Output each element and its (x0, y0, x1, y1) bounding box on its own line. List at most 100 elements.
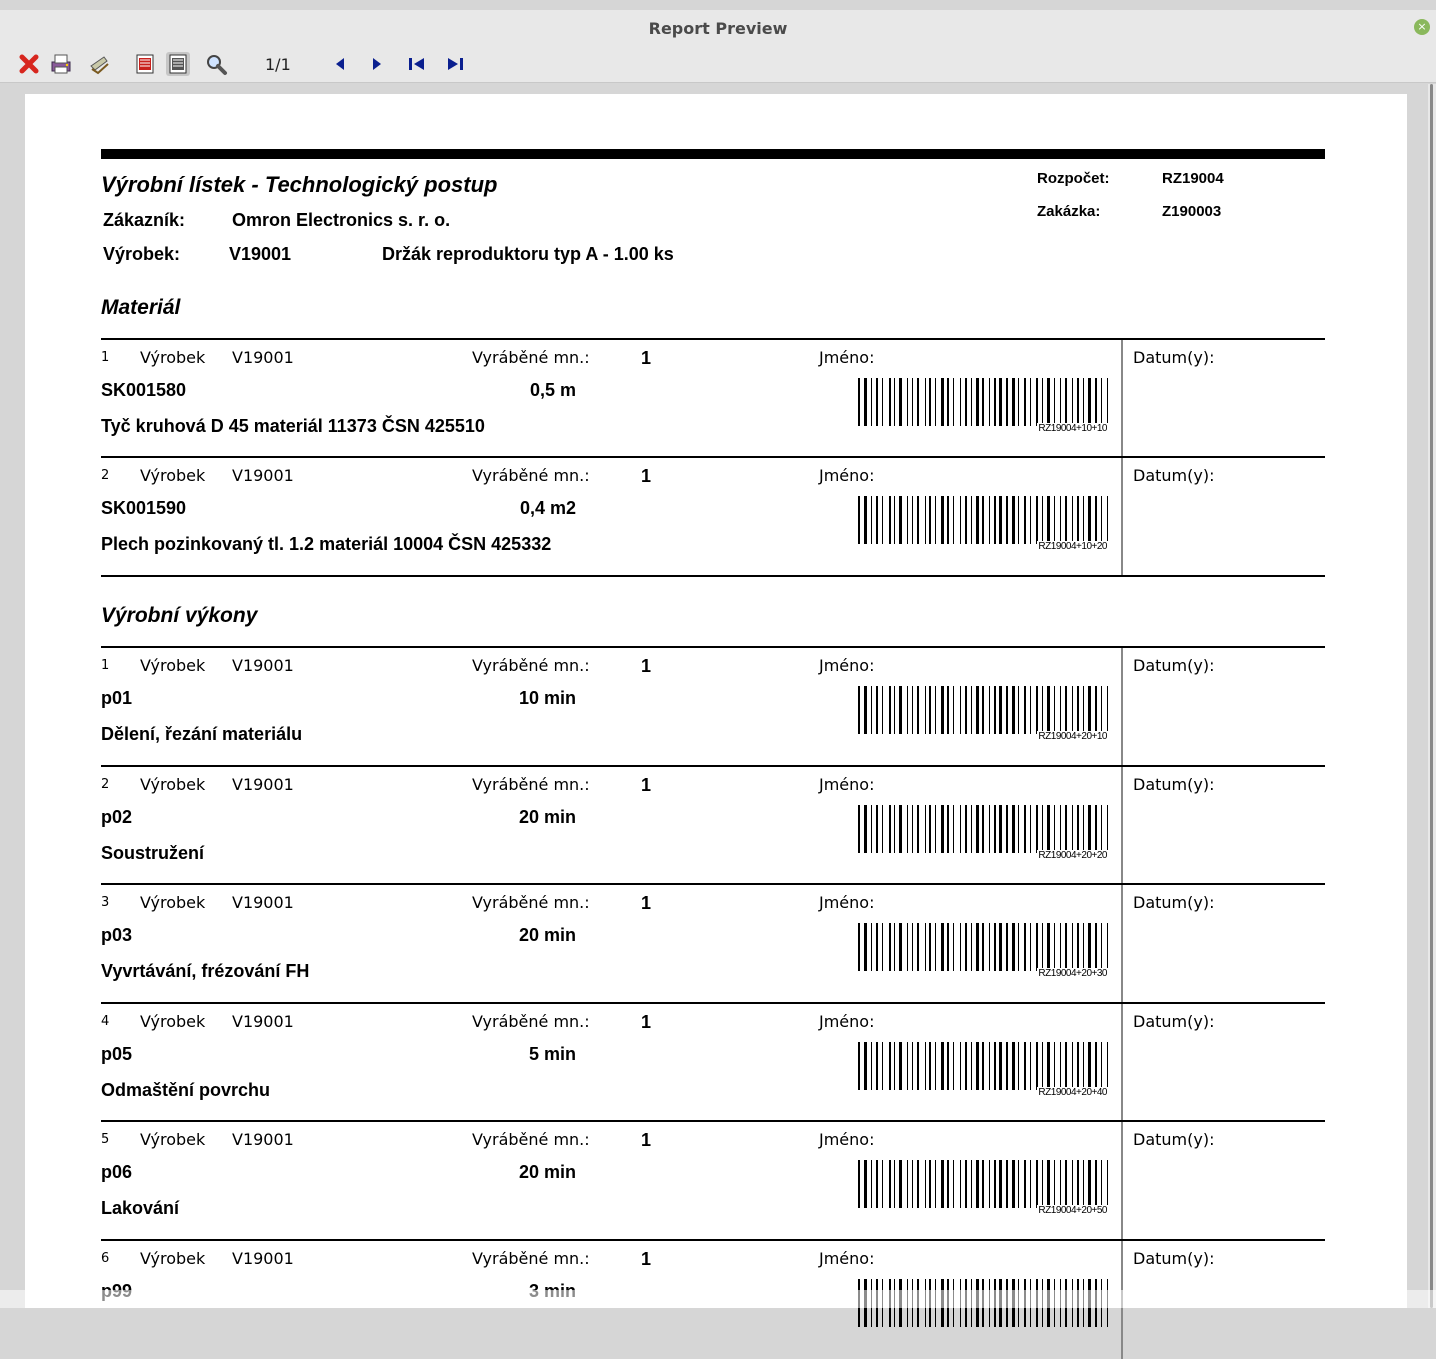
row-product-code: V19001 (232, 1249, 294, 1268)
customer-label: Zákazník: (103, 210, 186, 230)
window-title: Report Preview (648, 19, 788, 38)
window-titlebar: Report Preview × (0, 10, 1436, 46)
row-dates-label: Datum(y): (1133, 1011, 1215, 1031)
barcode-label: RZ19004+20+20 (1037, 849, 1108, 861)
row-description: Vyvrtávání, frézování FH (101, 961, 310, 982)
row-index: 5 (101, 1132, 110, 1148)
barcode-label: RZ19004+20+50 (1037, 1205, 1108, 1217)
row-product-code: V19001 (232, 348, 294, 367)
order-label: Zakázka: (1037, 203, 1101, 220)
vertical-scrollbar[interactable] (1428, 84, 1436, 1308)
row-product-code: V19001 (232, 1130, 294, 1150)
row-description: Lakování (101, 1198, 180, 1219)
row-product-code: V19001 (232, 893, 294, 913)
row-code: SK001580 (101, 380, 187, 400)
row-column-divider (1121, 766, 1123, 885)
row-code: p05 (101, 1043, 133, 1064)
row-product-word: Výrobek (140, 656, 206, 675)
row-name-label: Jméno: (819, 1011, 875, 1031)
order-value: Z190003 (1162, 203, 1222, 220)
barcode: RZ19004+20+30 (858, 923, 1110, 983)
row-produced-qty-label: Vyráběné mn.: (472, 348, 590, 367)
row-product-code: V19001 (232, 1011, 294, 1031)
barcode-label: RZ19004+10+10 (1037, 423, 1108, 434)
budget-value: RZ19004 (1162, 170, 1224, 187)
row-produced-qty: 1 (641, 1011, 652, 1032)
material-heading: Materiál (101, 296, 181, 319)
row-column-divider (1121, 340, 1123, 458)
export-icon[interactable] (88, 52, 112, 76)
next-page-icon[interactable] (364, 52, 388, 76)
row-code: SK001590 (101, 498, 187, 518)
barcode: RZ19004+20+40 (858, 1041, 1110, 1102)
last-page-icon[interactable] (443, 52, 467, 76)
barcode-label: RZ19004+20+40 (1037, 1086, 1108, 1098)
row-index: 6 (101, 1251, 110, 1266)
close-report-icon[interactable] (17, 52, 41, 76)
row-index: 1 (101, 350, 110, 365)
header-rule (101, 149, 1325, 159)
row-dates-label: Datum(y): (1133, 774, 1215, 794)
row-amount: 5 min (528, 1043, 576, 1064)
report-row: 1 Výrobek V19001 Vyráběné mn.: 1 Jméno: Datum(… (101, 646, 1325, 766)
scrollbar-thumb[interactable] (1430, 84, 1433, 1308)
row-amount: 20 min (518, 806, 576, 827)
prev-page-icon[interactable] (329, 52, 353, 76)
multi-page-icon[interactable] (166, 52, 190, 76)
operations-heading: Výrobní výkony (101, 604, 258, 627)
barcode-label: RZ19004+10+20 (1037, 541, 1108, 552)
row-description: Dělení, řezání materiálu (101, 724, 303, 744)
row-name-label: Jméno: (819, 348, 875, 367)
row-produced-qty: 1 (641, 466, 652, 486)
report-title: Výrobní lístek - Technologický postup (101, 172, 498, 197)
row-product-code: V19001 (232, 466, 294, 485)
row-produced-qty-label: Vyráběné mn.: (472, 1249, 590, 1268)
row-description: Tyč kruhová D 45 materiál 11373 ČSN 4255… (101, 416, 485, 436)
row-name-label: Jméno: (819, 1249, 875, 1268)
row-produced-qty: 1 (641, 774, 652, 795)
barcode: RZ19004+20+50 (858, 1160, 1110, 1220)
row-code: p01 (101, 688, 133, 708)
row-dates-label: Datum(y): (1133, 1249, 1215, 1268)
row-description: Plech pozinkovaný tl. 1.2 materiál 10004… (101, 534, 552, 554)
row-produced-qty-label: Vyráběné mn.: (472, 774, 590, 794)
row-index: 2 (101, 468, 110, 483)
row-product-word: Výrobek (140, 1130, 206, 1150)
window-close-icon[interactable]: × (1414, 19, 1430, 35)
report-row: 2 Výrobek V19001 Vyráběné mn.: 1 Jméno: Datum(… (101, 456, 1325, 576)
row-index: 2 (101, 776, 110, 792)
first-page-icon[interactable] (405, 52, 429, 76)
single-page-icon[interactable] (133, 52, 157, 76)
report-row: 2 Výrobek V19001 Vyráběné mn.: 1 Jméno: Datum(… (101, 764, 1325, 885)
row-produced-qty-label: Vyráběné mn.: (472, 1011, 590, 1031)
barcode: RZ19004+10+10 (858, 378, 1110, 438)
row-product-code: V19001 (232, 656, 294, 675)
row-index: 4 (101, 1013, 110, 1029)
row-dates-label: Datum(y): (1133, 348, 1215, 367)
row-column-divider (1121, 1122, 1123, 1241)
material-end-rule (101, 575, 1325, 577)
zoom-icon[interactable] (204, 52, 228, 76)
row-column-divider (1121, 458, 1123, 576)
row-column-divider (1121, 885, 1123, 1004)
row-description: Soustružení (101, 842, 205, 863)
barcode: RZ19004+10+20 (858, 496, 1110, 556)
row-name-label: Jméno: (819, 1130, 875, 1150)
row-amount: 0,4 m2 (519, 498, 576, 518)
product-description: Držák reproduktoru typ A - 1.00 ks (382, 244, 674, 264)
print-icon[interactable] (49, 52, 73, 76)
row-index: 3 (101, 895, 110, 911)
row-produced-qty-label: Vyráběné mn.: (472, 656, 590, 675)
row-name-label: Jméno: (819, 774, 875, 794)
page-indicator: 1/1 (265, 55, 291, 74)
row-dates-label: Datum(y): (1133, 656, 1215, 675)
row-name-label: Jméno: (819, 656, 875, 675)
row-product-word: Výrobek (140, 348, 206, 367)
row-product-word: Výrobek (140, 893, 206, 913)
report-row: 3 Výrobek V19001 Vyráběné mn.: 1 Jméno: Datum(… (101, 883, 1325, 1004)
row-code: p02 (101, 806, 133, 827)
row-produced-qty: 1 (641, 893, 652, 914)
row-produced-qty: 1 (641, 1130, 652, 1151)
barcode-label: RZ19004+20+30 (1037, 968, 1108, 980)
row-amount: 0,5 m (529, 380, 576, 400)
